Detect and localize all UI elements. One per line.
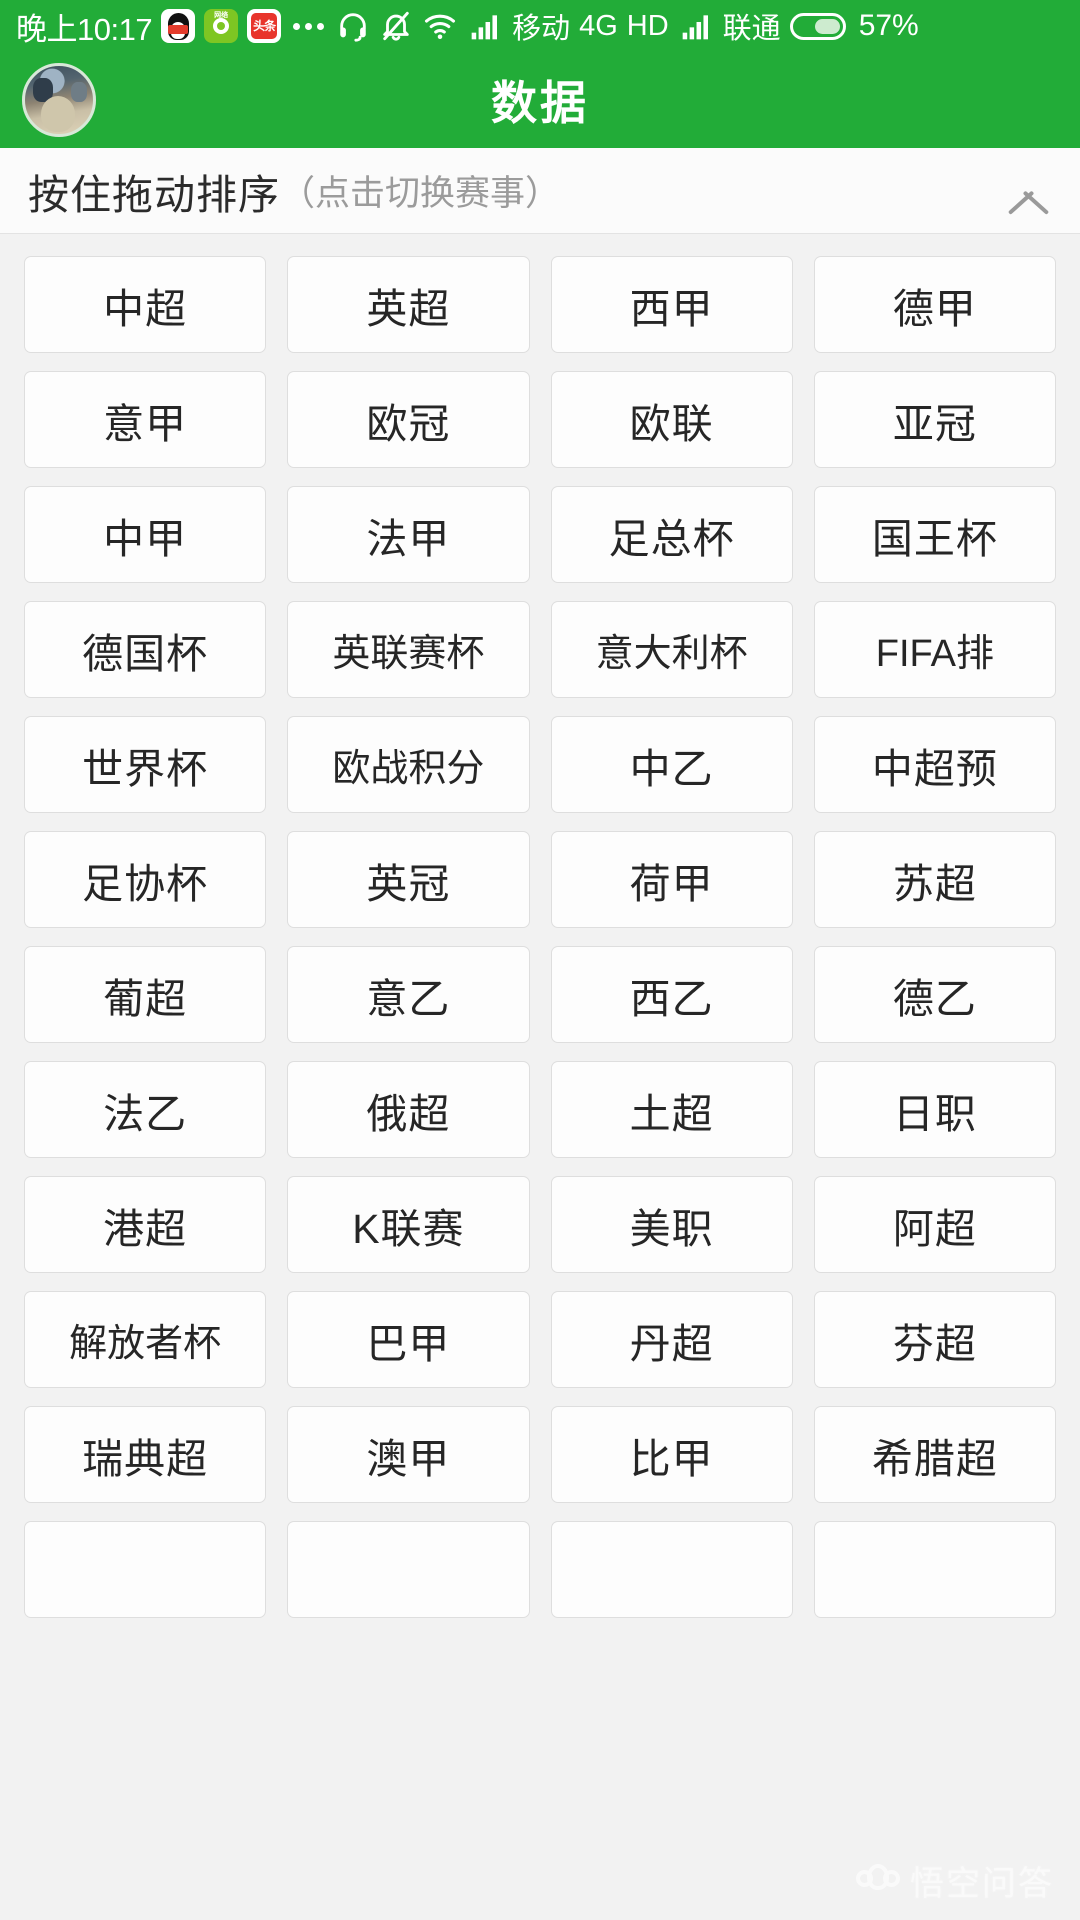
league-tile[interactable]: 瑞典超 — [24, 1406, 267, 1503]
league-tile[interactable] — [550, 1521, 793, 1618]
carrier-primary-label: 移动 — [512, 13, 571, 45]
status-bar-time: 晚上10:17 — [16, 11, 153, 47]
qq-icon — [161, 9, 196, 43]
league-tile[interactable]: 德甲 — [813, 256, 1056, 353]
league-tile[interactable]: 中甲 — [24, 486, 267, 583]
league-tile[interactable]: 荷甲 — [550, 831, 793, 928]
league-tile[interactable]: 足总杯 — [550, 486, 793, 583]
league-tile[interactable]: 葡超 — [24, 946, 267, 1043]
app-header: 数据 — [0, 52, 1080, 148]
sort-header-sub-label: （点击切换赛事） — [280, 174, 561, 213]
battery-percent-label: 57% — [858, 9, 919, 42]
league-tile[interactable]: 欧战积分 — [287, 716, 530, 813]
league-tile[interactable]: 比甲 — [550, 1406, 793, 1503]
status-bar: 晚上10:17 网络 头条 移动 4G HD 联通 57% — [0, 0, 1080, 52]
headset-icon — [336, 9, 370, 43]
signal-bars-icon — [467, 10, 503, 42]
league-tile[interactable] — [813, 1521, 1056, 1618]
league-tile[interactable]: 俄超 — [287, 1061, 530, 1158]
signal-bars-secondary-icon — [678, 10, 714, 42]
battery-icon — [789, 12, 846, 40]
wifi-icon — [422, 9, 458, 43]
league-tile[interactable]: 亚冠 — [813, 371, 1056, 468]
league-tile[interactable]: 美职 — [550, 1176, 793, 1273]
league-tile[interactable]: 中超 — [24, 256, 267, 353]
league-tile[interactable]: 芬超 — [813, 1291, 1056, 1388]
hd-label: HD — [626, 9, 669, 42]
sort-header-main-label: 按住拖动排序 — [28, 171, 280, 218]
league-tile[interactable]: 德乙 — [813, 946, 1056, 1043]
league-tile[interactable]: 西甲 — [550, 256, 793, 353]
league-tile[interactable]: 足协杯 — [24, 831, 267, 928]
app-root: 晚上10:17 网络 头条 移动 4G HD 联通 57% 数据 按住拖动排序 … — [0, 0, 1080, 1920]
league-grid-container: 中超 英超 西甲 德甲意甲 欧冠 欧联 亚冠中甲 法甲 足总杯 国王杯德国杯 英联赛杯 意大利杯 FIF… — [0, 234, 1080, 1919]
league-tile[interactable]: 法甲 — [287, 486, 530, 583]
league-tile[interactable]: 欧联 — [550, 371, 793, 468]
league-tile[interactable]: 港超 — [24, 1176, 267, 1273]
league-tile[interactable]: 世界杯 — [24, 716, 267, 813]
watermark: 悟空问答 — [856, 1856, 1054, 1905]
league-tile[interactable]: 国王杯 — [813, 486, 1056, 583]
league-tile[interactable]: 英联赛杯 — [287, 601, 530, 698]
league-tile[interactable]: 意大利杯 — [550, 601, 793, 698]
green-app-icon: 网络 — [204, 9, 239, 43]
league-tile[interactable]: 希腊超 — [813, 1406, 1056, 1503]
league-tile[interactable]: 中超预 — [813, 716, 1056, 813]
watermark-text: 悟空问答 — [910, 1865, 1054, 1903]
league-tile[interactable]: 解放者杯 — [24, 1291, 267, 1388]
league-tile[interactable]: 中乙 — [550, 716, 793, 813]
league-tile[interactable]: 法乙 — [24, 1061, 267, 1158]
league-tile[interactable]: 澳甲 — [287, 1406, 530, 1503]
toutiao-icon: 头条 — [247, 9, 282, 43]
league-tile[interactable]: 英超 — [287, 256, 530, 353]
league-tile[interactable]: 丹超 — [550, 1291, 793, 1388]
league-grid: 中超 英超 西甲 德甲意甲 欧冠 欧联 亚冠中甲 法甲 足总杯 国王杯德国杯 英联赛杯 意大利杯 FIF… — [24, 256, 1056, 1618]
league-tile[interactable]: 巴甲 — [287, 1291, 530, 1388]
league-tile[interactable]: 西乙 — [550, 946, 793, 1043]
league-tile[interactable]: 意乙 — [287, 946, 530, 1043]
league-tile[interactable]: K联赛 — [287, 1176, 530, 1273]
league-tile[interactable]: 日职 — [813, 1061, 1056, 1158]
league-tile[interactable]: 意甲 — [24, 371, 267, 468]
carrier-secondary-label: 联通 — [722, 13, 781, 45]
league-tile[interactable]: 德国杯 — [24, 601, 267, 698]
league-tile[interactable]: 土超 — [550, 1061, 793, 1158]
league-tile[interactable]: 苏超 — [813, 831, 1056, 928]
league-tile[interactable]: 欧冠 — [287, 371, 530, 468]
chevron-up-icon[interactable] — [1002, 164, 1056, 218]
league-tile[interactable]: 英冠 — [287, 831, 530, 928]
sort-header-bar[interactable]: 按住拖动排序 （点击切换赛事） — [0, 148, 1080, 234]
league-tile[interactable] — [287, 1521, 530, 1618]
page-title: 数据 — [491, 77, 589, 129]
league-tile[interactable]: 阿超 — [813, 1176, 1056, 1273]
wukong-monkey-icon — [856, 1863, 900, 1898]
network-type-label: 4G — [579, 9, 618, 42]
league-tile[interactable]: FIFA排 — [813, 601, 1056, 698]
league-tile[interactable] — [24, 1521, 267, 1618]
bell-muted-icon — [379, 9, 413, 43]
overflow-dots-icon — [293, 22, 325, 30]
